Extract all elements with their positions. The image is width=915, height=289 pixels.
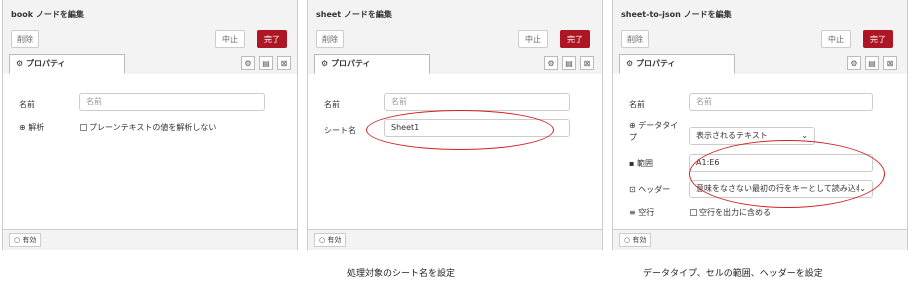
caption-sheet: 処理対象のシート名を設定: [347, 269, 456, 279]
tab-properties[interactable]: ⚙ プロパティ: [9, 54, 125, 74]
blank-row-checkbox-label: 空行を出力に含める: [699, 208, 771, 217]
blank-row-checkbox[interactable]: [690, 209, 697, 216]
delete-button[interactable]: 削除: [621, 30, 649, 48]
caption-json: データタイプ、セルの範囲、ヘッダーを設定: [643, 269, 823, 279]
tab-properties[interactable]: ⚙ プロパティ: [619, 54, 735, 74]
footer: ○ 有効: [3, 229, 297, 250]
cancel-button[interactable]: 中止: [821, 30, 851, 48]
done-button[interactable]: 完了: [560, 30, 590, 48]
description-icon[interactable]: ▤: [562, 56, 576, 70]
cancel-button[interactable]: 中止: [215, 30, 245, 48]
parse-option[interactable]: プレーンテキストの値を解析しない: [80, 122, 216, 133]
description-icon[interactable]: ▤: [259, 56, 273, 70]
sheet-to-json-node-edit-panel: sheet-to-json ノードを編集 削除 中止 完了 ⚙ プロパティ ⚙ …: [612, 0, 908, 250]
properties-form: 名前 名前 ⊕ 解析 プレーンテキストの値を解析しない: [3, 74, 297, 230]
settings-gear-icon[interactable]: ⚙: [241, 56, 255, 70]
done-button[interactable]: 完了: [257, 30, 287, 48]
delete-button[interactable]: 削除: [11, 30, 39, 48]
parse-checkbox-label: プレーンテキストの値を解析しない: [89, 123, 217, 132]
datatype-label-line2: プ: [629, 133, 637, 142]
appearance-icon[interactable]: ⊠: [580, 56, 594, 70]
parse-checkbox[interactable]: [80, 124, 87, 131]
datatype-label-line1: ⊕ データタイ: [629, 121, 679, 130]
cancel-button[interactable]: 中止: [518, 30, 548, 48]
footer: ○ 有効: [613, 229, 907, 250]
sheet-node-edit-panel: sheet ノードを編集 削除 中止 完了 ⚙ プロパティ ⚙ ▤ ⊠ 名前 名…: [307, 0, 603, 250]
name-label: 名前: [629, 100, 645, 109]
delete-button[interactable]: 削除: [316, 30, 344, 48]
tab-properties[interactable]: ⚙ プロパティ: [314, 54, 430, 74]
range-label: ▪ 範囲: [629, 159, 653, 168]
tab-bar: ⚙ プロパティ ⚙ ▤ ⊠: [308, 54, 602, 75]
name-label: 名前: [19, 100, 35, 109]
settings-gear-icon[interactable]: ⚙: [847, 56, 861, 70]
header-label: ⊡ ヘッダー: [629, 185, 671, 194]
panel-title: book ノードを編集: [11, 10, 84, 19]
tab-bar: ⚙ プロパティ ⚙ ▤ ⊠: [3, 54, 297, 75]
settings-gear-icon[interactable]: ⚙: [544, 56, 558, 70]
done-button[interactable]: 完了: [863, 30, 893, 48]
properties-form: 名前 名前 シート名 Sheet1: [308, 74, 602, 230]
name-label: 名前: [324, 100, 340, 109]
panel-title: sheet ノードを編集: [316, 10, 392, 19]
sheet-name-label: シート名: [324, 126, 356, 135]
enabled-toggle[interactable]: ○ 有効: [314, 233, 347, 247]
datatype-value: 表示されるテキスト: [696, 131, 768, 140]
appearance-icon[interactable]: ⊠: [277, 56, 291, 70]
tab-bar: ⚙ プロパティ ⚙ ▤ ⊠: [613, 54, 907, 75]
book-node-edit-panel: book ノードを編集 削除 中止 完了 ⚙ プロパティ ⚙ ▤ ⊠ 名前 名前…: [2, 0, 298, 250]
footer: ○ 有効: [308, 229, 602, 250]
enabled-toggle[interactable]: ○ 有効: [9, 233, 42, 247]
name-input[interactable]: 名前: [384, 93, 570, 111]
annotation-ellipse: [366, 110, 554, 150]
name-input[interactable]: 名前: [689, 93, 873, 111]
description-icon[interactable]: ▤: [865, 56, 879, 70]
parse-label: ⊕ 解析: [19, 123, 45, 132]
blank-row-option[interactable]: 空行を出力に含める: [690, 207, 771, 218]
name-input[interactable]: 名前: [79, 93, 265, 111]
panel-title: sheet-to-json ノードを編集: [621, 10, 732, 19]
blank-row-label: ≡ 空行: [629, 208, 655, 217]
enabled-toggle[interactable]: ○ 有効: [619, 233, 652, 247]
appearance-icon[interactable]: ⊠: [883, 56, 897, 70]
annotation-ellipse: [689, 140, 885, 208]
